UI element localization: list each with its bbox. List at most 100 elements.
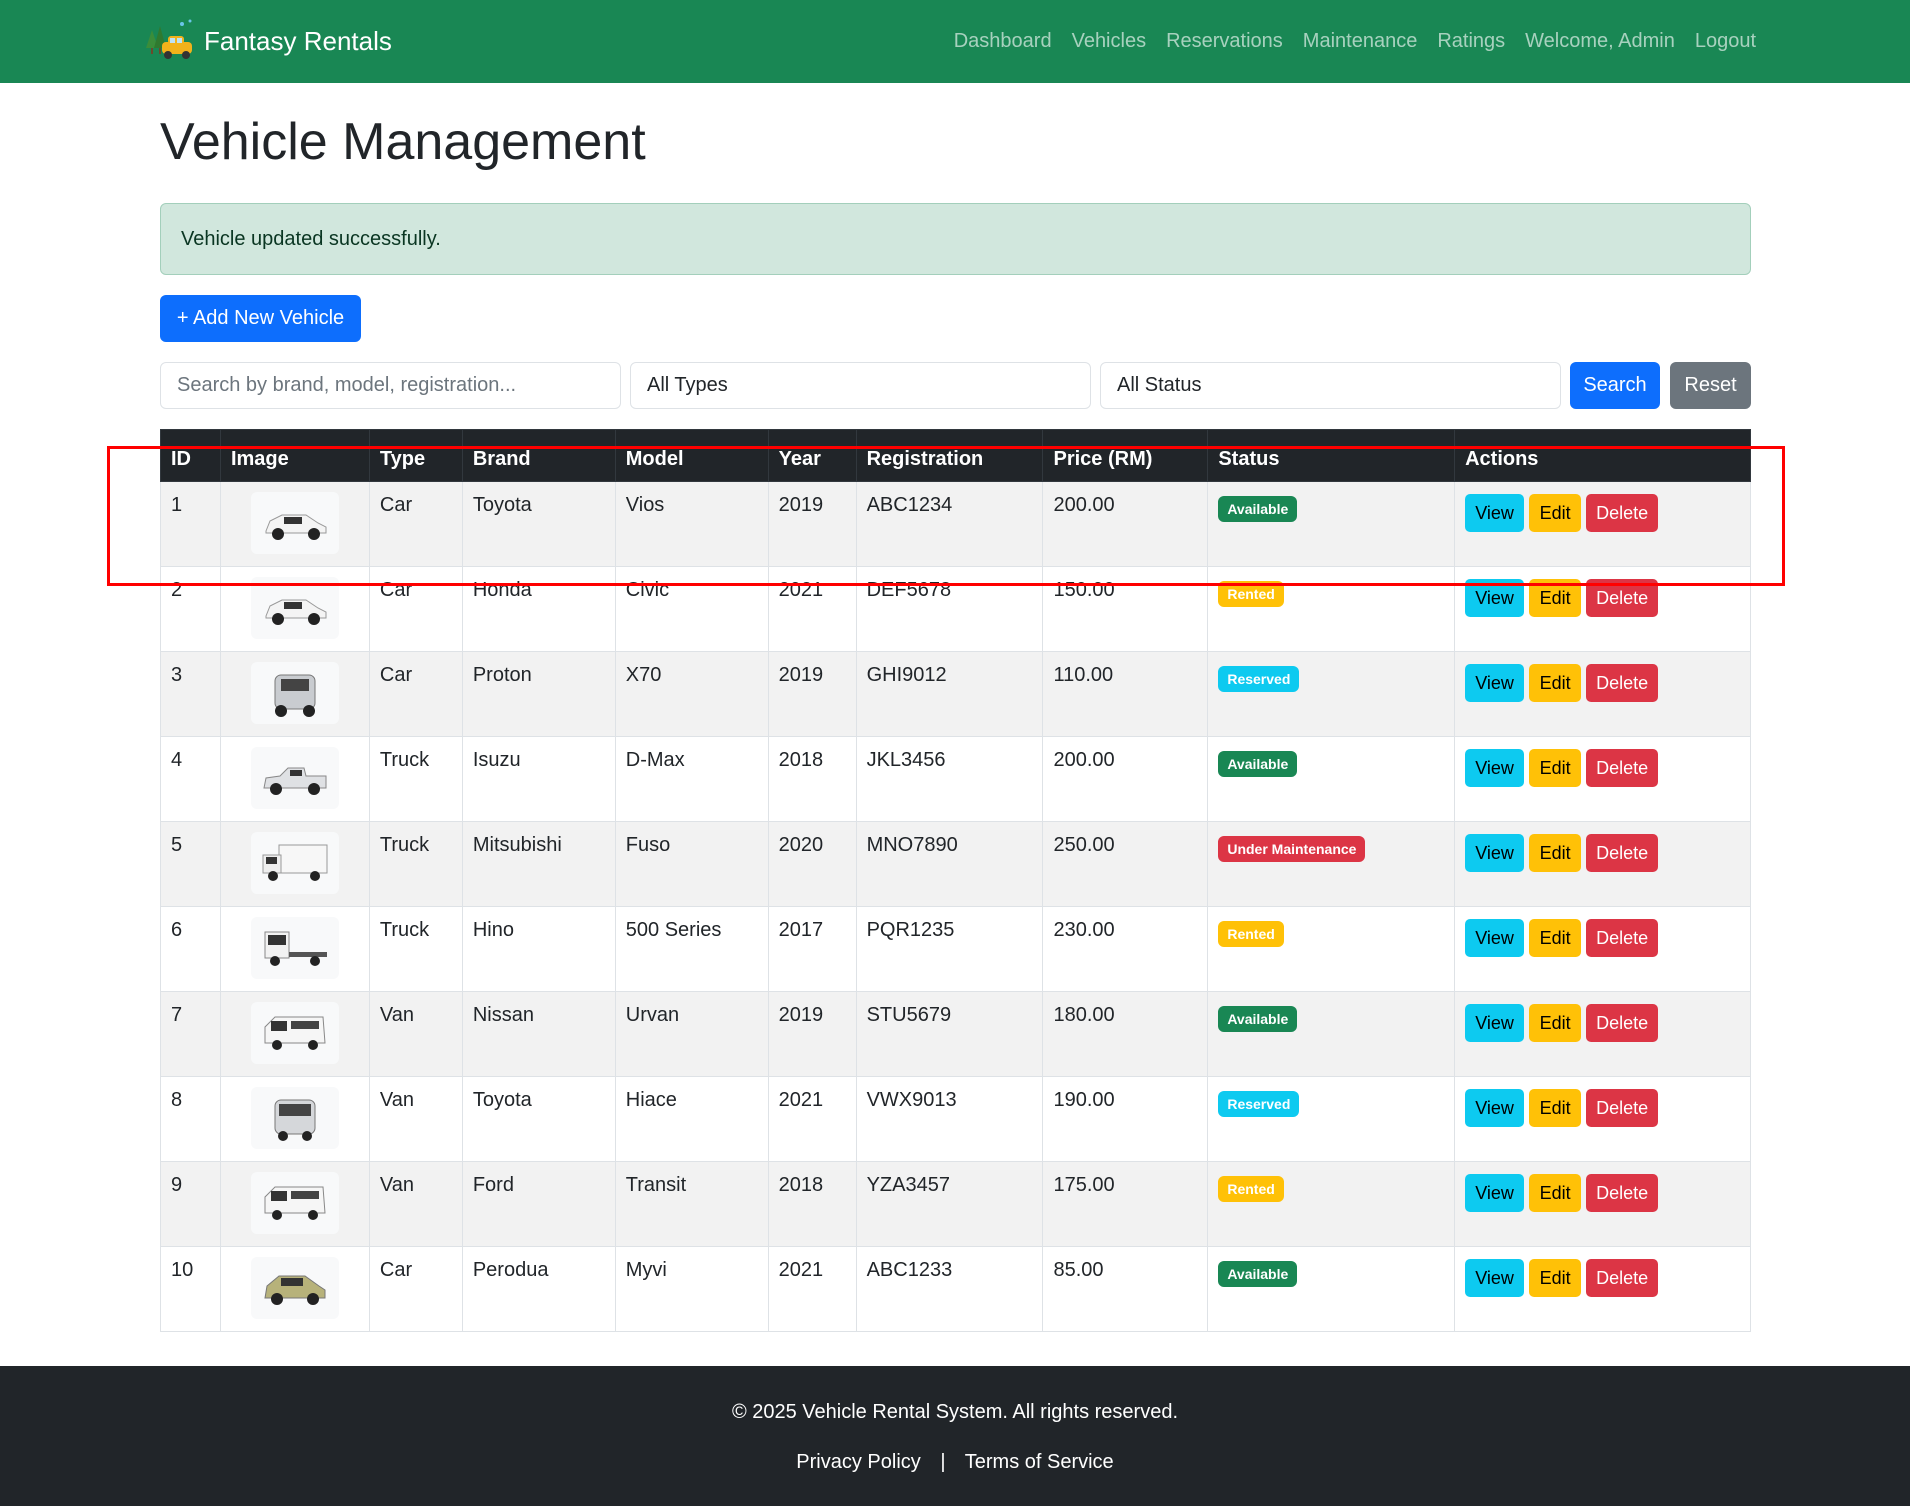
delete-button[interactable]: Delete bbox=[1586, 1174, 1659, 1212]
cell-year: 2020 bbox=[767, 821, 857, 907]
table-row: 9 Van Ford Transit 2018 YZA3457 175.00 Rented Vi… bbox=[160, 1161, 1751, 1247]
view-button[interactable]: View bbox=[1465, 494, 1525, 532]
delete-button[interactable]: Delete bbox=[1586, 1004, 1659, 1042]
search-button[interactable]: Search bbox=[1570, 362, 1660, 409]
nav-welcome-user[interactable]: Welcome, Admin bbox=[1525, 30, 1675, 53]
cell-model: Myvi bbox=[614, 1246, 769, 1332]
cell-price: 85.00 bbox=[1042, 1246, 1209, 1332]
privacy-policy-link[interactable]: Privacy Policy bbox=[796, 1451, 920, 1473]
edit-button[interactable]: Edit bbox=[1529, 834, 1582, 872]
nav-maintenance[interactable]: Maintenance bbox=[1303, 30, 1418, 53]
cell-image bbox=[219, 991, 370, 1077]
view-button[interactable]: View bbox=[1465, 1174, 1525, 1212]
table-row: 8 Van Toyota Hiace 2021 VWX9013 190.00 Reserved… bbox=[160, 1076, 1751, 1162]
col-header-price: Price (RM) bbox=[1042, 429, 1209, 482]
cell-type: Van bbox=[368, 1076, 463, 1162]
view-button[interactable]: View bbox=[1465, 664, 1525, 702]
delete-button[interactable]: Delete bbox=[1586, 919, 1659, 957]
add-vehicle-button[interactable]: + Add New Vehicle bbox=[160, 295, 361, 342]
cell-actions: View Edit Delete bbox=[1454, 991, 1751, 1077]
cell-id: 10 bbox=[160, 1246, 221, 1332]
top-navbar: Fantasy Rentals Dashboard Vehicles Reser… bbox=[0, 0, 1910, 83]
cell-status: Under Maintenance bbox=[1207, 821, 1456, 907]
vehicle-thumbnail-icon bbox=[250, 747, 339, 809]
view-button[interactable]: View bbox=[1465, 1089, 1525, 1127]
filter-bar: Search by brand, model, registration... … bbox=[160, 362, 1751, 409]
status-badge: Available bbox=[1218, 1006, 1298, 1032]
delete-button[interactable]: Delete bbox=[1586, 749, 1659, 787]
view-button[interactable]: View bbox=[1465, 579, 1525, 617]
delete-button[interactable]: Delete bbox=[1586, 1259, 1659, 1297]
cell-price: 180.00 bbox=[1042, 991, 1209, 1077]
view-button[interactable]: View bbox=[1465, 1259, 1525, 1297]
brand-link[interactable]: Fantasy Rentals bbox=[146, 18, 392, 64]
cell-actions: View Edit Delete bbox=[1454, 566, 1751, 652]
search-input[interactable]: Search by brand, model, registration... bbox=[160, 362, 621, 409]
table-row: 1 Car Toyota Vios 2019 ABC1234 200.00 Available… bbox=[160, 481, 1751, 567]
cell-id: 4 bbox=[160, 736, 221, 822]
cell-actions: View Edit Delete bbox=[1454, 481, 1751, 567]
table-row: 7 Van Nissan Urvan 2019 STU5679 180.00 Availabl… bbox=[160, 991, 1751, 1077]
status-badge: Rented bbox=[1218, 1176, 1284, 1202]
delete-button[interactable]: Delete bbox=[1586, 1089, 1659, 1127]
row-actions: View Edit Delete bbox=[1465, 494, 1740, 532]
table-row: 5 Truck Mitsubishi Fuso 2020 MNO7890 250.00 Und… bbox=[160, 821, 1751, 907]
cell-image bbox=[219, 566, 370, 652]
cell-status: Available bbox=[1207, 481, 1456, 567]
view-button[interactable]: View bbox=[1465, 834, 1525, 872]
view-button[interactable]: View bbox=[1465, 1004, 1525, 1042]
view-button[interactable]: View bbox=[1465, 919, 1525, 957]
cell-year: 2021 bbox=[767, 1246, 857, 1332]
cell-brand: Nissan bbox=[461, 991, 616, 1077]
delete-button[interactable]: Delete bbox=[1586, 579, 1659, 617]
delete-button[interactable]: Delete bbox=[1586, 834, 1659, 872]
edit-button[interactable]: Edit bbox=[1529, 919, 1582, 957]
status-badge: Available bbox=[1218, 751, 1298, 777]
cell-id: 7 bbox=[160, 991, 221, 1077]
reset-button[interactable]: Reset bbox=[1670, 362, 1751, 409]
edit-button[interactable]: Edit bbox=[1529, 664, 1582, 702]
edit-button[interactable]: Edit bbox=[1529, 749, 1582, 787]
status-select[interactable]: All Status bbox=[1100, 362, 1561, 409]
edit-button[interactable]: Edit bbox=[1529, 494, 1582, 532]
nav-reservations[interactable]: Reservations bbox=[1166, 30, 1283, 53]
cell-id: 8 bbox=[160, 1076, 221, 1162]
brand-name: Fantasy Rentals bbox=[204, 25, 392, 56]
type-select[interactable]: All Types bbox=[630, 362, 1091, 409]
nav-vehicles[interactable]: Vehicles bbox=[1072, 30, 1147, 53]
cell-model: Vios bbox=[614, 481, 769, 567]
cell-status: Rented bbox=[1207, 906, 1456, 992]
cell-id: 9 bbox=[160, 1161, 221, 1247]
view-button[interactable]: View bbox=[1465, 749, 1525, 787]
nav-dashboard[interactable]: Dashboard bbox=[954, 30, 1052, 53]
cell-status: Available bbox=[1207, 991, 1456, 1077]
cell-price: 175.00 bbox=[1042, 1161, 1209, 1247]
delete-button[interactable]: Delete bbox=[1586, 494, 1659, 532]
cell-model: Fuso bbox=[614, 821, 769, 907]
cell-type: Van bbox=[368, 991, 463, 1077]
delete-button[interactable]: Delete bbox=[1586, 664, 1659, 702]
cell-price: 250.00 bbox=[1042, 821, 1209, 907]
cell-brand: Ford bbox=[461, 1161, 616, 1247]
col-header-model: Model bbox=[614, 429, 769, 482]
edit-button[interactable]: Edit bbox=[1529, 1089, 1582, 1127]
cell-actions: View Edit Delete bbox=[1454, 1246, 1751, 1332]
cell-type: Car bbox=[368, 651, 463, 737]
cell-image bbox=[219, 821, 370, 907]
cell-year: 2018 bbox=[767, 736, 857, 822]
cell-id: 6 bbox=[160, 906, 221, 992]
edit-button[interactable]: Edit bbox=[1529, 1174, 1582, 1212]
col-header-id: ID bbox=[160, 429, 221, 482]
status-badge: Reserved bbox=[1218, 1091, 1300, 1117]
col-header-registration: Registration bbox=[855, 429, 1044, 482]
edit-button[interactable]: Edit bbox=[1529, 1004, 1582, 1042]
vehicle-thumbnail-icon bbox=[250, 1087, 339, 1149]
col-header-brand: Brand bbox=[461, 429, 616, 482]
cell-year: 2019 bbox=[767, 991, 857, 1077]
nav-logout[interactable]: Logout bbox=[1695, 30, 1756, 53]
edit-button[interactable]: Edit bbox=[1529, 579, 1582, 617]
edit-button[interactable]: Edit bbox=[1529, 1259, 1582, 1297]
terms-of-service-link[interactable]: Terms of Service bbox=[965, 1451, 1114, 1473]
nav-ratings[interactable]: Ratings bbox=[1437, 30, 1505, 53]
cell-price: 110.00 bbox=[1042, 651, 1209, 737]
